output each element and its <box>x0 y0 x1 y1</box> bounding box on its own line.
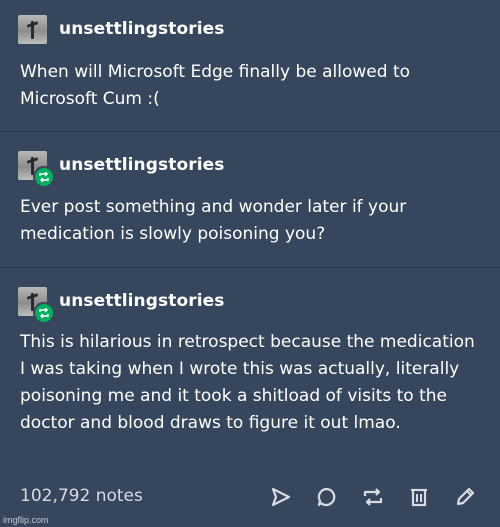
notes-count[interactable]: 102,792 notes <box>20 486 143 506</box>
username[interactable]: unsettlingstories <box>59 155 225 175</box>
post-footer: 102,792 notes <box>0 482 500 512</box>
reply-icon[interactable] <box>314 484 340 510</box>
avatar-figure <box>31 20 34 39</box>
post-header: unsettlingstories <box>18 14 225 44</box>
avatar[interactable] <box>18 286 55 324</box>
post-text: When will Microsoft Edge finally be allo… <box>20 62 411 109</box>
avatar[interactable] <box>18 14 47 44</box>
divider <box>0 267 500 268</box>
avatar[interactable] <box>18 150 55 188</box>
action-bar <box>268 484 478 510</box>
post-header: unsettlingstories <box>18 286 225 324</box>
watermark: imgflip.com <box>3 515 49 525</box>
post-text: This is hilarious in retrospect because … <box>20 332 475 433</box>
username[interactable]: unsettlingstories <box>59 19 225 39</box>
edit-icon[interactable] <box>452 484 478 510</box>
post-text: Ever post something and wonder later if … <box>20 197 407 244</box>
delete-icon[interactable] <box>406 484 432 510</box>
share-icon[interactable] <box>268 484 294 510</box>
reblog-badge-icon <box>33 301 55 324</box>
reblog-icon[interactable] <box>360 484 386 510</box>
divider <box>0 131 500 132</box>
post-header: unsettlingstories <box>18 150 225 188</box>
username[interactable]: unsettlingstories <box>59 291 225 311</box>
reblog-badge-icon <box>33 165 55 188</box>
